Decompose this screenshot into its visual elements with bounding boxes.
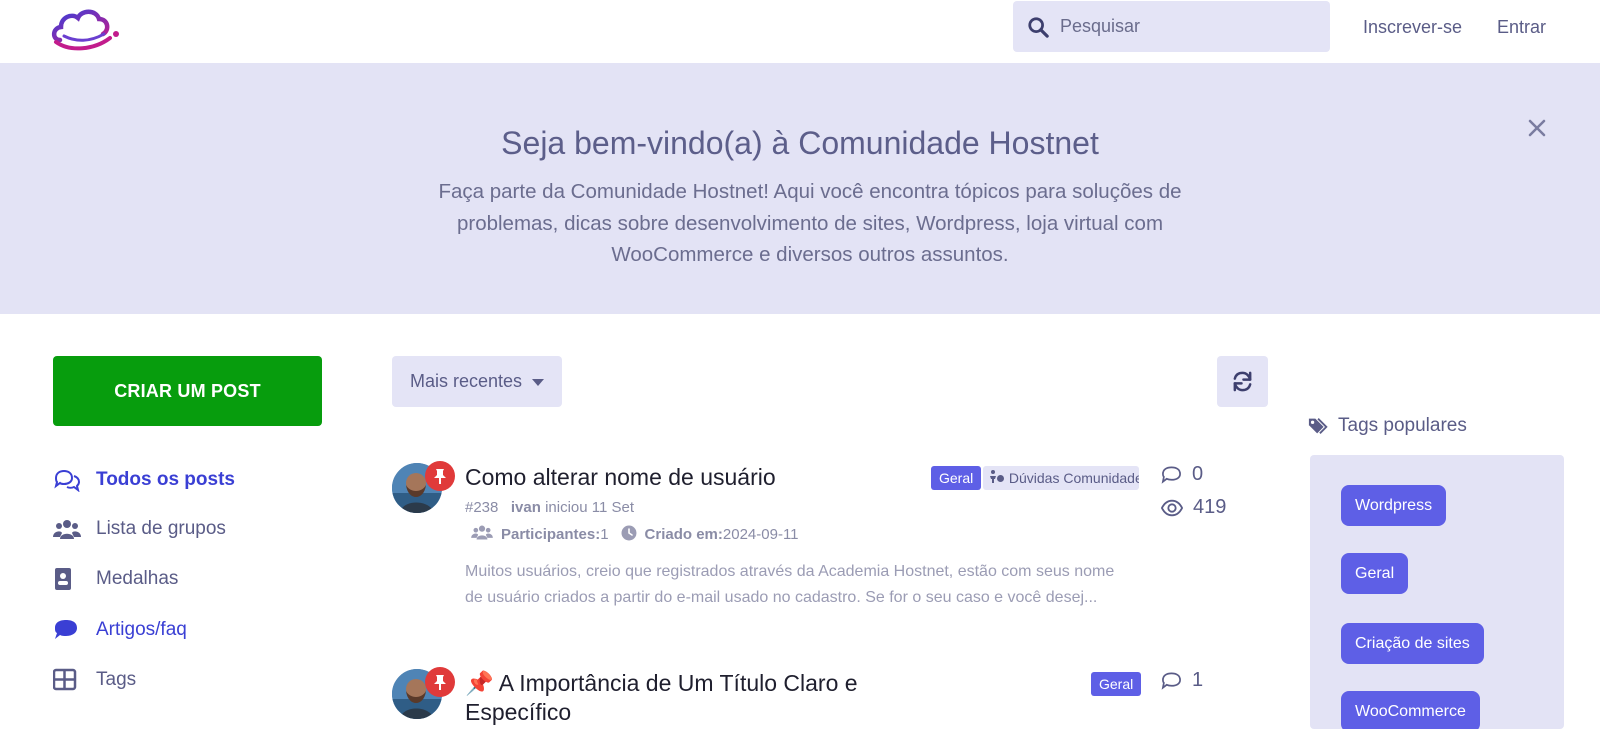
topic-item: 📌 A Importância de Um Título Claro e Esp… (392, 667, 1242, 729)
pin-badge (425, 461, 455, 491)
topic-started: iniciou 11 Set (545, 499, 635, 516)
view-count-value: 419 (1193, 496, 1227, 518)
sort-dropdown[interactable]: Mais recentes (392, 356, 562, 407)
sidebar-item-label: Todos os posts (96, 469, 235, 490)
pin-badge (425, 667, 455, 697)
reply-count-value: 0 (1192, 463, 1204, 485)
tag-chip[interactable]: Geral (1091, 672, 1142, 696)
pushpin-emoji: 📌 (465, 670, 494, 696)
topic-title-text: A Importância de Um Título Claro e Espec… (465, 670, 858, 725)
reply-count-value: 1 (1192, 669, 1204, 691)
welcome-banner: Seja bem-vindo(a) à Comunidade Hostnet F… (0, 63, 1600, 314)
search-icon (1028, 17, 1049, 38)
signup-link[interactable]: Inscrever-se (1363, 17, 1462, 38)
grid-icon (53, 667, 81, 693)
comment-outline-icon (1161, 672, 1181, 690)
create-post-button[interactable]: CRIAR UM POST (53, 356, 322, 426)
topic-meta: #238 ivan iniciou 11 Set (465, 499, 634, 516)
topic-title[interactable]: 📌 A Importância de Um Título Claro e Esp… (465, 669, 885, 727)
sidebar-item-medals[interactable]: Medalhas (53, 564, 178, 594)
refresh-icon (1233, 371, 1252, 392)
thumbtack-icon (434, 675, 446, 690)
reply-count: 1 (1161, 669, 1203, 692)
banner-text: Faça parte da Comunidade Hostnet! Aqui v… (438, 180, 1182, 266)
search-box[interactable] (1013, 1, 1330, 52)
topic-number: #238 (465, 499, 499, 516)
created-label: Criado em: (644, 526, 723, 543)
person-help-icon (989, 470, 1009, 486)
sidebar-item-faq[interactable]: Artigos/faq (53, 615, 187, 645)
sidebar-item-tags[interactable]: Tags (53, 665, 136, 695)
tag-chip-duvidas[interactable]: Dúvidas Comunidade (983, 466, 1139, 490)
thumbtack-icon (434, 469, 446, 484)
users-icon (471, 524, 493, 545)
sidebar-item-groups[interactable]: Lista de grupos (53, 514, 226, 544)
clock-icon (621, 525, 637, 545)
comment-icon (53, 617, 81, 643)
sidebar-item-label: Tags (96, 669, 137, 690)
tag-pill[interactable]: Wordpress (1341, 485, 1447, 526)
close-icon[interactable] (1526, 117, 1548, 139)
sort-label: Mais recentes (410, 371, 523, 391)
popular-tags-title: Tags populares (1308, 415, 1467, 437)
reply-count: 0 (1161, 463, 1203, 486)
banner-title: Seja bem-vindo(a) à Comunidade Hostnet (501, 125, 1099, 161)
tags-icon (1308, 418, 1328, 434)
comment-outline-icon (1161, 466, 1181, 484)
users-icon (53, 516, 81, 542)
sidebar-item-all-posts[interactable]: Todos os posts (53, 465, 235, 495)
tag-pill[interactable]: Criação de sites (1341, 623, 1484, 664)
participants-count: 1 (600, 526, 609, 543)
sidebar-item-label: Medalhas (96, 568, 179, 589)
created-date: 2024-09-11 (722, 526, 799, 543)
badge-icon (53, 566, 81, 592)
refresh-button[interactable] (1217, 356, 1268, 407)
topic-excerpt: Muitos usuários, creio que registrados a… (465, 563, 1115, 606)
topic-title[interactable]: Como alterar nome de usuário (465, 463, 776, 492)
login-link[interactable]: Entrar (1497, 17, 1546, 38)
tag-pill[interactable]: WooCommerce (1341, 691, 1480, 729)
search-input[interactable] (1060, 1, 1320, 52)
popular-tags-panel: Wordpress Geral Criação de sites WooComm… (1310, 455, 1564, 729)
participants-label: Participantes: (501, 526, 601, 543)
sidebar-item-label: Lista de grupos (96, 518, 226, 539)
view-count: 419 (1161, 496, 1226, 519)
sidebar-item-label: Artigos/faq (96, 619, 187, 640)
eye-icon (1161, 499, 1183, 516)
tag-pill[interactable]: Geral (1341, 553, 1409, 594)
hostnet-cloud-logo[interactable] (50, 4, 120, 54)
popular-tags-label: Tags populares (1338, 415, 1467, 436)
topic-stats: Participantes: 1 Criado em: 2024-09-11 (465, 524, 799, 545)
topic-author[interactable]: ivan (511, 499, 541, 516)
caret-down-icon (532, 378, 545, 386)
site-header: Inscrever-se Entrar (0, 0, 1600, 63)
chat-bubbles-icon (53, 467, 81, 493)
tag-chip[interactable]: Geral (931, 466, 982, 490)
tag-chip-label: Dúvidas Comunidade (1008, 470, 1139, 486)
topic-item: Como alterar nome de usuário Geral Dúvid… (392, 461, 1242, 633)
